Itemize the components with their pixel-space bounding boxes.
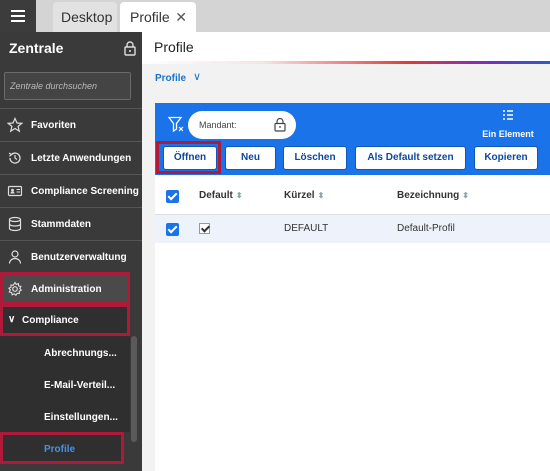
sidebar-section-compliance[interactable]: ∨ Compliance (0, 304, 130, 336)
sidebar-item-favoriten[interactable]: Favoriten (0, 108, 142, 141)
column-header-label: Kürzel (284, 190, 315, 201)
cell-kuerzel: DEFAULT (284, 223, 329, 234)
header-accent-line (142, 61, 550, 64)
sidebar-item-compliance-screening[interactable]: Compliance Screening (0, 174, 142, 207)
history-icon (8, 152, 21, 164)
tab-profile[interactable]: Profile ✕ (120, 2, 196, 32)
column-header-label: Bezeichnung (397, 190, 460, 201)
element-count: Ein Element (473, 109, 543, 139)
column-header-kuerzel[interactable]: Kürzel ⬍ (284, 190, 324, 201)
mandant-label: Mandant: (199, 120, 237, 130)
page-title: Profile (154, 39, 194, 55)
panel-toolbar: Mandant: Ein Element Öffnen Neu Löschen … (155, 103, 550, 175)
sidebar-subitem-profile[interactable]: Profile (0, 432, 124, 464)
set-default-button[interactable]: Als Default setzen (355, 146, 466, 170)
sidebar-item-label: Benutzerverwaltung (31, 252, 127, 263)
sort-icon[interactable]: ⬍ (462, 191, 469, 200)
sort-icon[interactable]: ⬍ (236, 191, 243, 200)
mandant-field[interactable]: Mandant: (188, 111, 296, 139)
star-icon (7, 117, 23, 133)
sidebar-item-label: Favoriten (31, 120, 77, 131)
column-header-bezeichnung[interactable]: Bezeichnung ⬍ (397, 190, 469, 201)
sidebar-subitem-label: Profile (44, 444, 76, 455)
tab-desktop[interactable]: Desktop (53, 2, 117, 32)
sidebar-item-stammdaten[interactable]: Stammdaten (0, 207, 142, 240)
new-button[interactable]: Neu (225, 146, 276, 170)
sidebar-scrollbar[interactable] (131, 336, 137, 442)
search-input[interactable] (5, 73, 130, 99)
filter-icon[interactable] (168, 116, 184, 134)
sidebar-item-label: Administration (31, 284, 102, 295)
copy-button[interactable]: Kopieren (474, 146, 538, 170)
table-row[interactable]: DEFAULT Default-Profil (155, 215, 550, 243)
tab-profile-label: Profile (130, 9, 170, 25)
sidebar-subitem-email-verteil[interactable]: E-Mail-Verteil... (0, 368, 130, 400)
sidebar-item-label: Letzte Anwendungen (31, 153, 132, 164)
default-checkbox (199, 223, 210, 234)
sidebar-search[interactable] (4, 72, 131, 100)
tab-bar: Desktop Profile ✕ (0, 0, 550, 32)
page-header: Profile (142, 32, 550, 62)
sidebar-item-label: Compliance Screening (31, 186, 139, 197)
sidebar-subitem-abrechnungs[interactable]: Abrechnungs... (0, 336, 130, 368)
sidebar: Zentrale Favoriten Letzte Anwendungen Co… (0, 32, 142, 471)
user-icon (8, 250, 22, 264)
lock-icon (274, 117, 286, 132)
row-select-checkbox[interactable] (166, 223, 179, 236)
close-icon[interactable]: ✕ (175, 2, 187, 32)
delete-button[interactable]: Löschen (283, 146, 347, 170)
profile-grid-panel: Mandant: Ein Element Öffnen Neu Löschen … (155, 103, 550, 471)
chevron-down-icon: ∨ (8, 314, 16, 325)
sidebar-subitem-label: Einstellungen... (44, 412, 118, 423)
sidebar-section-label: Compliance (22, 315, 79, 326)
element-count-label: Ein Element (482, 129, 534, 139)
database-icon (8, 216, 22, 232)
id-card-icon (7, 185, 23, 197)
table-header: Default ⬍ Kürzel ⬍ Bezeichnung ⬍ (155, 175, 550, 215)
open-button[interactable]: Öffnen (163, 146, 217, 170)
column-header-label: Default (199, 190, 233, 201)
sidebar-item-administration[interactable]: Administration (0, 272, 130, 305)
column-header-default[interactable]: Default ⬍ (199, 190, 243, 201)
sidebar-subitem-label: E-Mail-Verteil... (44, 380, 116, 391)
cell-bezeichnung: Default-Profil (397, 223, 455, 234)
list-icon (503, 110, 513, 120)
sort-icon[interactable]: ⬍ (318, 191, 325, 200)
select-all-checkbox[interactable] (166, 190, 179, 203)
lock-icon[interactable] (123, 40, 137, 56)
sidebar-title: Zentrale (9, 40, 64, 56)
sidebar-header: Zentrale (0, 32, 142, 64)
sidebar-subitem-label: Abrechnungs... (44, 348, 117, 359)
main-area: Profile Profile ∨ Mandant: Ein Element Ö… (142, 32, 550, 471)
gear-icon (8, 281, 23, 297)
sidebar-item-letzte-anwendungen[interactable]: Letzte Anwendungen (0, 141, 142, 174)
sidebar-subitem-einstellungen[interactable]: Einstellungen... (0, 400, 130, 432)
sidebar-item-label: Stammdaten (31, 219, 92, 230)
sidebar-item-benutzerverwaltung[interactable]: Benutzerverwaltung (0, 240, 142, 273)
chevron-down-icon[interactable]: ∨ (193, 70, 201, 83)
breadcrumb[interactable]: Profile (155, 73, 186, 84)
menu-icon[interactable] (0, 0, 36, 32)
